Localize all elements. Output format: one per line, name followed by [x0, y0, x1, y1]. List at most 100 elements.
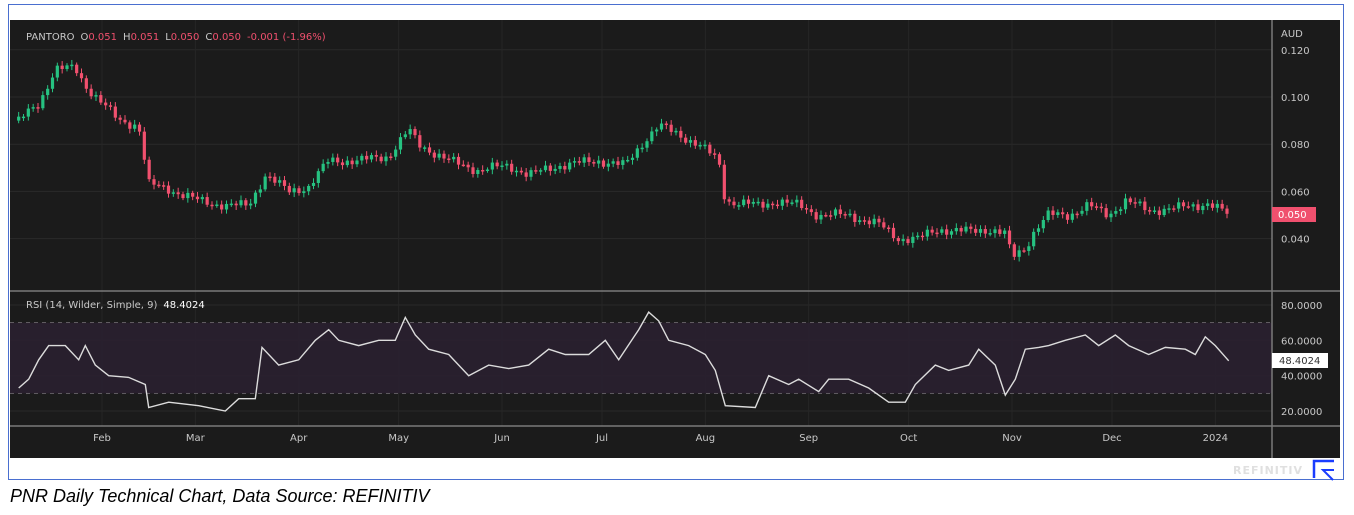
candle-up: [925, 229, 929, 237]
candle-down: [442, 153, 446, 159]
rsi-tick-label: 40.0000: [1281, 372, 1322, 383]
candle-up: [1017, 250, 1021, 257]
candle-down: [693, 140, 697, 146]
candle-down: [1196, 204, 1200, 211]
candle-down: [268, 176, 272, 179]
candle-down: [1143, 201, 1147, 211]
candle-up: [26, 108, 30, 117]
candle-down: [273, 176, 277, 183]
candle-down: [896, 238, 900, 242]
candle-up: [993, 229, 997, 234]
candle-down: [722, 164, 726, 200]
candle-down: [935, 232, 939, 235]
price-tick-label: 0.060: [1281, 187, 1310, 198]
candle-down: [108, 105, 113, 107]
candle-down: [1172, 208, 1176, 210]
candle-up: [1003, 230, 1007, 234]
candle-down: [1065, 214, 1070, 220]
candle-up: [278, 180, 282, 183]
candle-up: [911, 236, 915, 243]
candle-up: [31, 107, 35, 109]
candle-up: [1080, 210, 1084, 214]
candle-down: [592, 161, 596, 164]
candle-down: [1186, 206, 1190, 208]
candle-up: [321, 163, 325, 172]
candle-down: [427, 147, 432, 153]
candle-up: [253, 192, 258, 204]
currency-label: AUD: [1281, 29, 1303, 40]
candle-up: [1167, 208, 1171, 210]
candle-up: [630, 157, 635, 160]
candle-up: [872, 218, 876, 225]
candle-down: [601, 160, 606, 167]
time-tick-label: Sep: [799, 433, 818, 444]
candle-down: [577, 161, 581, 163]
candle-up: [954, 228, 958, 232]
candle-up: [94, 95, 98, 97]
candle-down: [152, 179, 156, 185]
candle-up: [490, 162, 494, 170]
candle-up: [171, 192, 175, 194]
candle-down: [1128, 198, 1132, 203]
candle-down: [282, 180, 287, 186]
candle-up: [41, 95, 45, 109]
candle-down: [1104, 208, 1108, 218]
price-tick-label: 0.120: [1281, 46, 1310, 57]
candle-down: [147, 159, 151, 180]
candle-up: [505, 163, 509, 166]
candle-down: [1094, 206, 1099, 208]
candle-down: [481, 170, 485, 172]
candle-up: [1041, 220, 1045, 229]
candle-up: [1109, 213, 1113, 218]
candle-down: [510, 163, 514, 172]
candle-up: [1085, 202, 1089, 211]
candle-up: [55, 65, 59, 78]
candle-down: [1220, 203, 1224, 209]
refinitiv-logo-icon: [1312, 459, 1334, 481]
candle-down: [519, 170, 523, 173]
candle-up: [964, 226, 968, 232]
candle-down: [548, 165, 552, 171]
candle-up: [597, 160, 601, 164]
candle-up: [1152, 210, 1157, 212]
time-tick-label: Apr: [290, 433, 308, 444]
candle-down: [930, 229, 934, 233]
candle-up: [558, 165, 562, 169]
last-price-value: 0.050: [1278, 210, 1307, 221]
candle-down: [1148, 210, 1152, 212]
candle-down: [761, 201, 765, 208]
candle-down: [809, 209, 813, 213]
candle-up: [1138, 201, 1142, 204]
candle-down: [959, 228, 963, 232]
candle-down: [113, 106, 117, 118]
candle-up: [553, 168, 557, 171]
technical-chart[interactable]: 0.120 0.100 0.080 0.060 0.040 80.0000 60.0000 4…: [0, 0, 1354, 515]
candle-up: [239, 200, 243, 206]
candle-down: [862, 220, 867, 222]
candle-down: [669, 124, 673, 132]
candle-up: [1162, 208, 1166, 216]
candle-up: [311, 182, 316, 186]
candle-up: [645, 141, 649, 148]
candle-down: [717, 154, 722, 165]
candle-down: [1061, 212, 1065, 215]
candle-up: [452, 156, 456, 160]
candle-up: [398, 137, 403, 150]
candle-up: [21, 116, 26, 119]
time-tick-label: Aug: [696, 433, 716, 444]
candle-down: [843, 214, 847, 216]
candle-up: [316, 171, 320, 183]
candle-down: [945, 229, 949, 235]
candle-down: [882, 222, 886, 228]
candle-down: [350, 160, 354, 165]
candle-down: [340, 162, 345, 166]
candle-down: [75, 64, 79, 74]
candle-down: [418, 135, 422, 148]
candle-down: [365, 155, 369, 160]
candle-down: [727, 199, 731, 202]
candle-down: [244, 200, 248, 206]
candle-down: [1007, 230, 1012, 245]
candle-down: [713, 153, 717, 155]
candle-down: [906, 239, 910, 243]
candle-down: [181, 194, 185, 199]
